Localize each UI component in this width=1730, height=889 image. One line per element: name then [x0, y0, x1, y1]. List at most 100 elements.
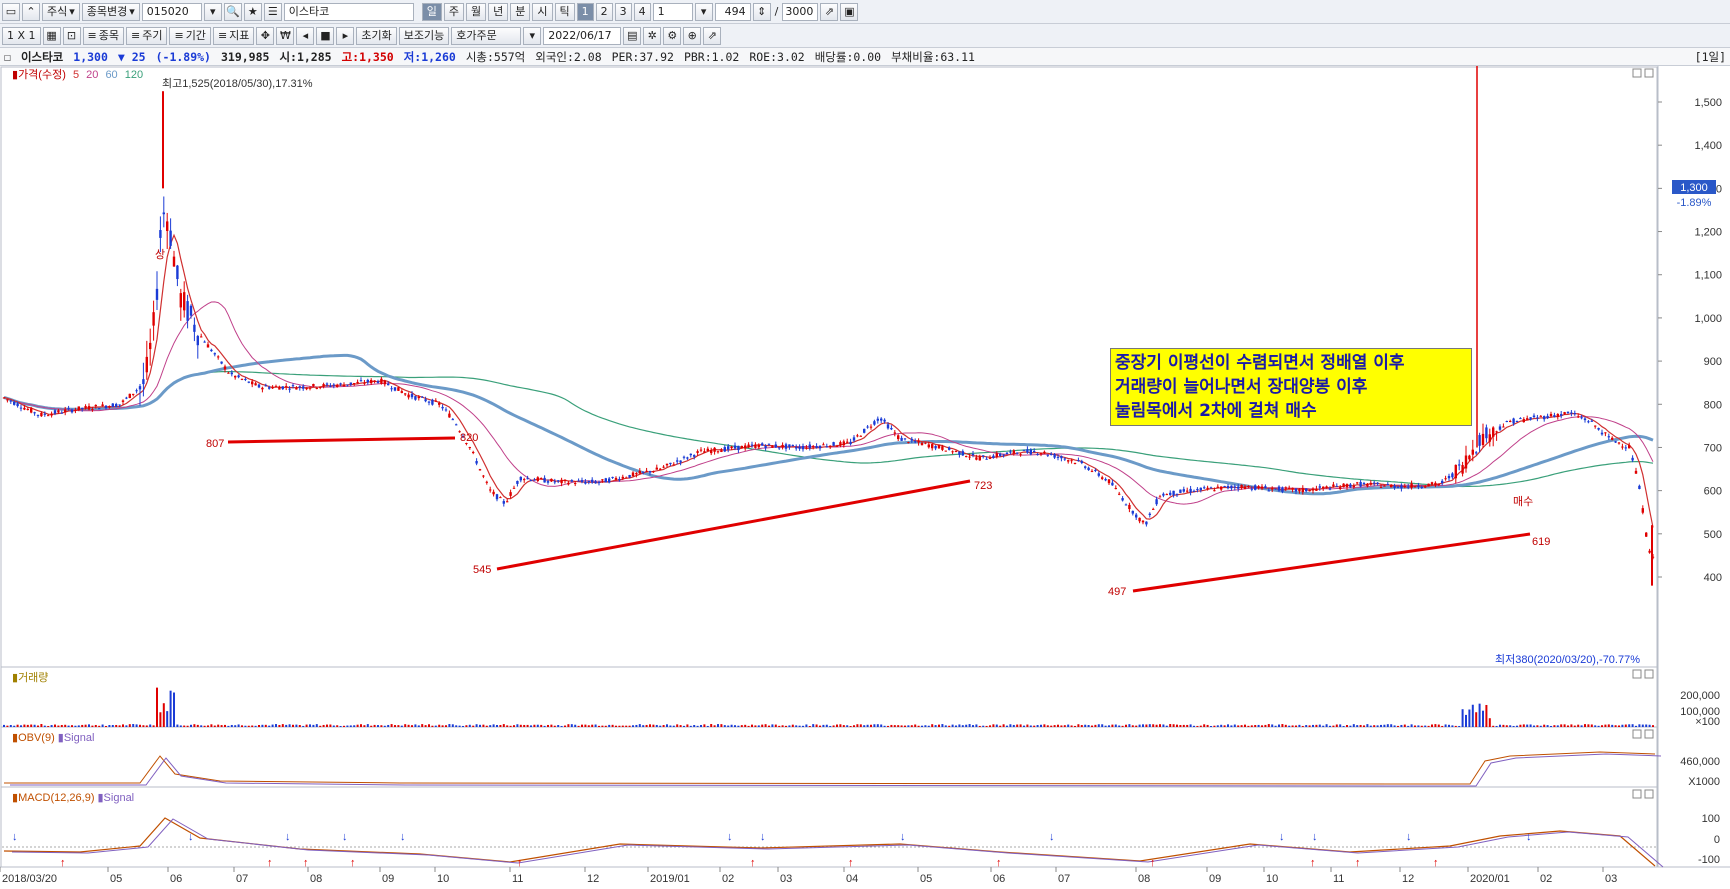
order-select[interactable]: 호가주문	[451, 26, 522, 45]
indicator-button[interactable]: ≡ 지표	[212, 26, 255, 45]
count-tab-1[interactable]: 1	[576, 2, 594, 21]
volume-bar	[825, 724, 828, 727]
macd-sell-arrow: ↓	[285, 831, 291, 843]
candle-body	[2, 397, 6, 399]
aux-function-button[interactable]: 보조기능	[398, 26, 450, 45]
move-icon[interactable]: ✥	[256, 26, 275, 45]
stock-name-field[interactable]: 이스타코	[283, 2, 414, 21]
volume-bar	[1043, 724, 1046, 727]
volume-bar	[98, 725, 101, 727]
market-select[interactable]: 주식 ▾	[42, 2, 80, 21]
export-icon[interactable]: ⇗	[820, 2, 839, 21]
candle-body	[1315, 488, 1318, 491]
volume-bar	[1451, 725, 1454, 727]
volume-pane-close-button[interactable]	[1644, 669, 1654, 679]
price-pane-minimize-button[interactable]	[1632, 68, 1642, 78]
volume-bar	[1509, 725, 1512, 727]
legend-price-title: 가격(수정)	[18, 68, 66, 81]
display-count-input[interactable]: 494	[714, 2, 751, 21]
list-icon[interactable]: ☰	[263, 2, 282, 21]
period-tab-day[interactable]: 일	[421, 2, 442, 21]
total-count-input[interactable]: 3000	[782, 2, 819, 21]
volume-bar	[870, 724, 872, 727]
period-button[interactable]: ≡ 기간	[169, 26, 211, 45]
candle-body	[621, 476, 624, 479]
obv-pane-close-button[interactable]	[1644, 729, 1654, 739]
support-label-497: 497	[1108, 586, 1126, 598]
count-tab-4[interactable]: 4	[633, 2, 651, 21]
price-pane-close-button[interactable]	[1644, 68, 1654, 78]
period-tab-tick[interactable]: 틱	[554, 2, 575, 21]
x-tick-label: 02	[722, 873, 734, 885]
period-tab-year[interactable]: 년	[488, 2, 509, 21]
cycle-button[interactable]: ≡ 주기	[126, 26, 168, 45]
period-tab-hour[interactable]: 시	[532, 2, 553, 21]
candle-body	[397, 387, 400, 391]
period-tab-minute[interactable]: 분	[510, 2, 531, 21]
reset-button[interactable]: 초기화	[356, 26, 397, 45]
volume-bar	[536, 724, 539, 727]
period-tab-month[interactable]: 월	[466, 2, 487, 21]
volume-pane-minimize-button[interactable]	[1632, 669, 1642, 679]
candle-body	[50, 413, 53, 416]
volume-bar	[1118, 725, 1121, 727]
candle-body	[410, 393, 414, 398]
volume-bar	[720, 724, 723, 727]
volume-bar	[1295, 725, 1297, 727]
candle-body	[822, 444, 825, 446]
star-icon[interactable]: ★	[243, 2, 262, 21]
count-tab-2[interactable]: 2	[595, 2, 613, 21]
info-dividend: 배당률:0.00	[814, 49, 882, 64]
next-icon[interactable]: ▸	[336, 26, 355, 45]
macd-pane-close-button[interactable]	[1644, 789, 1654, 799]
macd-pane-minimize-button[interactable]	[1632, 789, 1642, 799]
calendar-icon[interactable]: ▤	[623, 26, 642, 45]
volume-bar	[659, 725, 662, 727]
chart-settings-icon[interactable]: ⚙	[663, 26, 682, 45]
volume-bar	[1254, 724, 1257, 727]
candle-body	[336, 385, 339, 388]
volume-bar	[1611, 724, 1614, 727]
ratio-icon[interactable]: ⊡	[62, 26, 81, 45]
info-pbr: PBR:1.02	[683, 49, 740, 64]
obv-pane-minimize-button[interactable]	[1632, 729, 1642, 739]
item-button[interactable]: ≡ 종목	[82, 26, 124, 45]
candle-body	[529, 479, 533, 481]
count-tab-3[interactable]: 3	[614, 2, 632, 21]
popout-icon[interactable]: ⇗	[703, 26, 722, 45]
collapse-up-icon[interactable]: ⌃	[22, 2, 40, 21]
spinner-icon[interactable]: ⇕	[752, 2, 771, 21]
window-menu-icon[interactable]: ▭	[2, 2, 20, 21]
change-item-select[interactable]: 종목변경 ▾	[81, 2, 140, 21]
currency-button[interactable]: ₩	[276, 26, 295, 45]
date-input[interactable]: 2022/06/17	[543, 26, 622, 45]
save-icon[interactable]: ▣	[840, 2, 859, 21]
search-icon[interactable]: 🔍	[223, 2, 242, 21]
stock-chart[interactable]: ↓↓↓↓↓↓↓↓↓↓↓↓↓↑↑↑↑↑↑↑↑↑↑↑↑ 1,5001,4001,30…	[0, 66, 1730, 889]
candle-body	[672, 464, 675, 466]
candle-body	[710, 450, 713, 454]
volume-bar	[543, 725, 546, 727]
volume-bar	[13, 725, 16, 727]
settings-icon[interactable]: ✲	[643, 26, 662, 45]
stock-code-input[interactable]: 015020	[141, 2, 202, 21]
candle-body	[152, 312, 155, 326]
zoom-icon[interactable]: ⊕	[683, 26, 702, 45]
volume-bar	[897, 725, 900, 727]
code-dropdown-icon[interactable]: ▾	[203, 2, 222, 21]
stop-icon[interactable]: ■	[316, 26, 335, 45]
volume-bar	[842, 725, 845, 727]
annotation-line-3: 눌림목에서 2차에 걸쳐 매수	[1115, 401, 1317, 421]
prev-icon[interactable]: ◂	[296, 26, 315, 45]
layout-button[interactable]: 1 X 1	[2, 26, 41, 45]
interval-input[interactable]: 1	[652, 2, 693, 21]
order-dropdown-icon[interactable]: ▾	[523, 26, 542, 45]
interval-dropdown-icon[interactable]: ▾	[694, 2, 713, 21]
period-tab-week[interactable]: 주	[443, 2, 465, 21]
grid-icon[interactable]: ▦	[42, 26, 61, 45]
count-slash: /	[774, 5, 779, 18]
candle-body	[1631, 457, 1634, 461]
y-tick-label: 700	[1704, 442, 1722, 454]
macd-buy-arrow: ↑	[996, 857, 1002, 869]
volume-bar	[315, 724, 318, 727]
